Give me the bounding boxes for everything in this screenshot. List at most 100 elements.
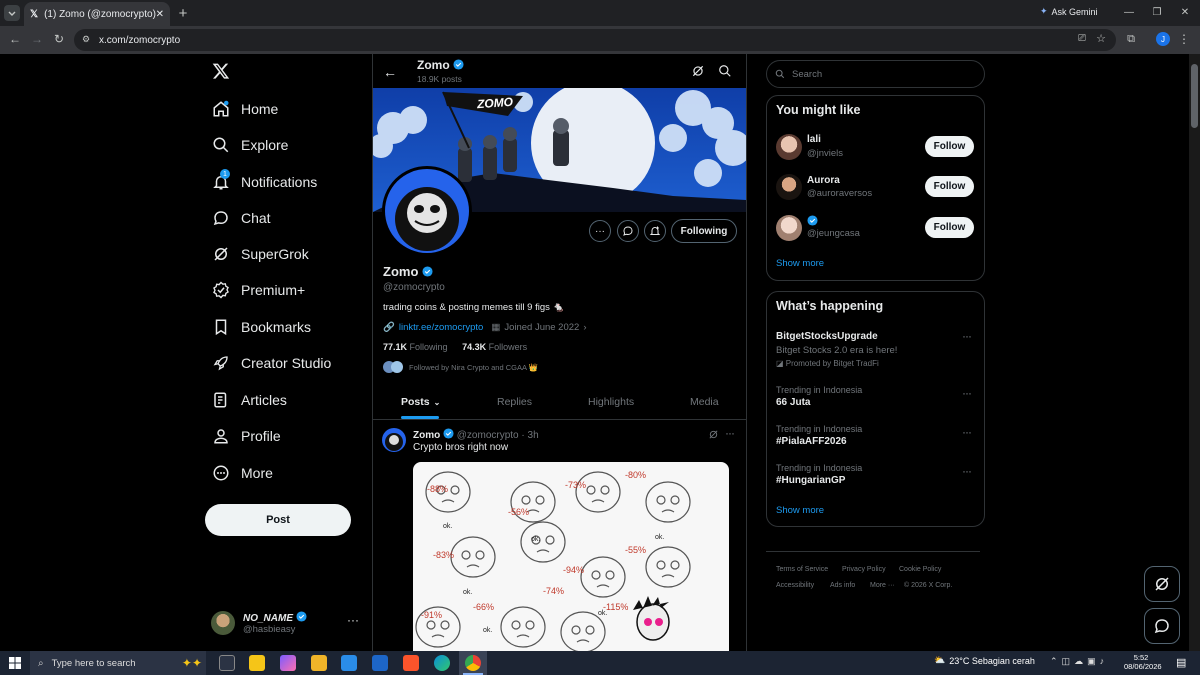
trend-more-icon[interactable]: ···	[962, 386, 972, 400]
edge-icon[interactable]	[434, 655, 450, 671]
scrollbar-thumb[interactable]	[1191, 64, 1198, 128]
nav-chat[interactable]: Chat	[211, 203, 271, 233]
footer-link[interactable]: Accessibility	[776, 582, 814, 589]
nav-profile[interactable]: Profile	[211, 421, 281, 451]
followed-by-row[interactable]: Followed by Nira Crypto and CGAA 👑	[383, 361, 538, 373]
message-button[interactable]	[617, 220, 639, 242]
bookmark-star-icon[interactable]: ☆	[1096, 32, 1106, 45]
forward-icon[interactable]: →	[30, 32, 44, 46]
windows-start-icon[interactable]	[9, 657, 21, 669]
profile-avatar[interactable]: J	[1156, 32, 1170, 46]
suggested-user-handle[interactable]: @auroraversos	[807, 188, 872, 199]
footer-link[interactable]: Terms of Service	[776, 566, 828, 573]
tray-cloud-icon[interactable]: ☁	[1074, 656, 1087, 666]
close-window-icon[interactable]: ✕	[1179, 5, 1191, 19]
trend-title[interactable]: #HungarianGP	[776, 475, 845, 486]
suggested-user-name[interactable]: lali	[807, 134, 821, 145]
tab-replies[interactable]: Replies	[497, 396, 532, 408]
site-info-icon[interactable]: ⚙	[82, 34, 90, 45]
show-more-link[interactable]: Show more	[776, 258, 824, 269]
tab-search-icon[interactable]	[4, 5, 20, 21]
suggested-user-handle[interactable]: @jnviels	[807, 148, 843, 159]
trend-more-icon[interactable]: ···	[962, 464, 972, 478]
brave-icon[interactable]	[403, 655, 419, 671]
suggested-user-name[interactable]: Aurora	[807, 175, 840, 186]
tab-posts[interactable]: Posts ⌄	[401, 396, 440, 408]
back-arrow-icon[interactable]: ←	[383, 64, 397, 80]
weather-widget[interactable]: ⛅ 23°C Sebagian cerah	[934, 655, 1035, 666]
new-tab-icon[interactable]: +	[176, 5, 190, 22]
clock[interactable]: 5:52 08/06/2026	[1124, 653, 1162, 671]
nav-creator-studio[interactable]: Creator Studio	[211, 348, 331, 378]
post-button[interactable]: Post	[205, 504, 351, 536]
file-explorer-icon[interactable]	[311, 655, 327, 671]
restore-icon[interactable]: ❐	[1151, 5, 1163, 19]
nav-premium[interactable]: Premium+	[211, 275, 305, 305]
tab-highlights[interactable]: Highlights	[588, 396, 634, 408]
address-bar[interactable]: ⚙ x.com/zomocrypto ⎚ ☆	[74, 29, 1116, 51]
profile-avatar-large[interactable]	[382, 166, 472, 256]
install-app-icon[interactable]: ⎚	[1078, 33, 1086, 44]
extensions-icon[interactable]: ⧉	[1124, 32, 1138, 46]
search-box[interactable]: Search	[766, 60, 985, 88]
browser-tab[interactable]: 𝕏 (1) Zomo (@zomocrypto) / X ✕	[24, 2, 170, 26]
footer-link[interactable]: Ads info	[830, 582, 855, 589]
trend-more-icon[interactable]: ···	[962, 425, 972, 439]
messages-floating-button[interactable]	[1144, 608, 1180, 644]
show-more-link[interactable]: Show more	[776, 505, 824, 516]
account-switcher[interactable]: NO_NAME @hasbieasy ···	[211, 609, 363, 639]
chevron-right-icon[interactable]: ›	[583, 322, 586, 333]
trend-title[interactable]: #PialaAFF2026	[776, 436, 847, 447]
following-stat[interactable]: 77.1K Following	[383, 342, 448, 352]
post-image[interactable]: -88% -56% -73% -80% -83% -94% -55% -74% …	[413, 462, 729, 651]
follow-button[interactable]: Follow	[925, 176, 974, 197]
x-logo-icon[interactable]	[212, 62, 232, 82]
suggested-user-avatar[interactable]	[776, 134, 802, 160]
chrome-taskbar-item[interactable]	[459, 651, 487, 675]
footer-link[interactable]: Privacy Policy	[842, 566, 886, 573]
task-view-icon[interactable]	[219, 655, 235, 671]
tray-chevron-icon[interactable]: ⌃	[1050, 656, 1062, 666]
post-more-icon[interactable]: ···	[725, 426, 735, 440]
tray-camera-icon[interactable]: ◫	[1062, 656, 1075, 666]
nav-home[interactable]: Home	[211, 94, 278, 124]
nav-articles[interactable]: Articles	[211, 385, 287, 415]
follow-button[interactable]: Follow	[925, 136, 974, 157]
profile-search-icon[interactable]	[718, 64, 732, 78]
profile-more-button[interactable]: ···	[589, 220, 611, 242]
store-icon[interactable]	[341, 655, 357, 671]
footer-link[interactable]: Cookie Policy	[899, 566, 941, 573]
grok-post-icon[interactable]	[708, 429, 720, 441]
notification-center-icon[interactable]: ▤	[1176, 656, 1186, 669]
tray-network-icon[interactable]: ▣	[1087, 656, 1100, 666]
post-author-handle[interactable]: @zomocrypto	[457, 430, 519, 441]
follow-button[interactable]: Follow	[925, 217, 974, 238]
promo-more-icon[interactable]: ···	[962, 329, 972, 343]
system-tray[interactable]: ⌃◫☁▣♪	[1050, 656, 1108, 667]
post-author-name[interactable]: Zomo	[413, 430, 440, 441]
promo-title[interactable]: BitgetStocksUpgrade	[776, 331, 878, 342]
profile-link[interactable]: linktr.ee/zomocrypto	[399, 322, 483, 333]
close-tab-icon[interactable]: ✕	[156, 9, 164, 20]
footer-link[interactable]: More ···	[870, 582, 895, 589]
tray-volume-icon[interactable]: ♪	[1100, 656, 1109, 666]
nav-explore[interactable]: Explore	[211, 130, 288, 160]
tab-media[interactable]: Media	[690, 396, 719, 408]
grok-profile-icon[interactable]	[691, 64, 705, 78]
mail-icon[interactable]	[372, 655, 388, 671]
minimize-icon[interactable]: —	[1123, 5, 1135, 19]
page-scrollbar[interactable]	[1189, 54, 1200, 651]
suggested-user-avatar[interactable]	[776, 174, 802, 200]
followers-stat[interactable]: 74.3K Followers	[462, 342, 527, 352]
ask-gemini-button[interactable]: ✦ Ask Gemini	[1040, 6, 1098, 17]
suggested-user-name-row[interactable]	[807, 215, 818, 228]
suggested-user-avatar[interactable]	[776, 215, 802, 241]
following-button[interactable]: Following	[671, 219, 737, 243]
notify-button[interactable]	[644, 220, 666, 242]
post-avatar[interactable]	[382, 428, 406, 452]
account-more-icon[interactable]: ···	[347, 613, 359, 627]
grok-floating-button[interactable]	[1144, 566, 1180, 602]
taskbar-search[interactable]: ⌕ Type here to search ✦✦	[30, 651, 206, 675]
sticky-notes-icon[interactable]	[249, 655, 265, 671]
nav-more[interactable]: More	[211, 458, 273, 488]
